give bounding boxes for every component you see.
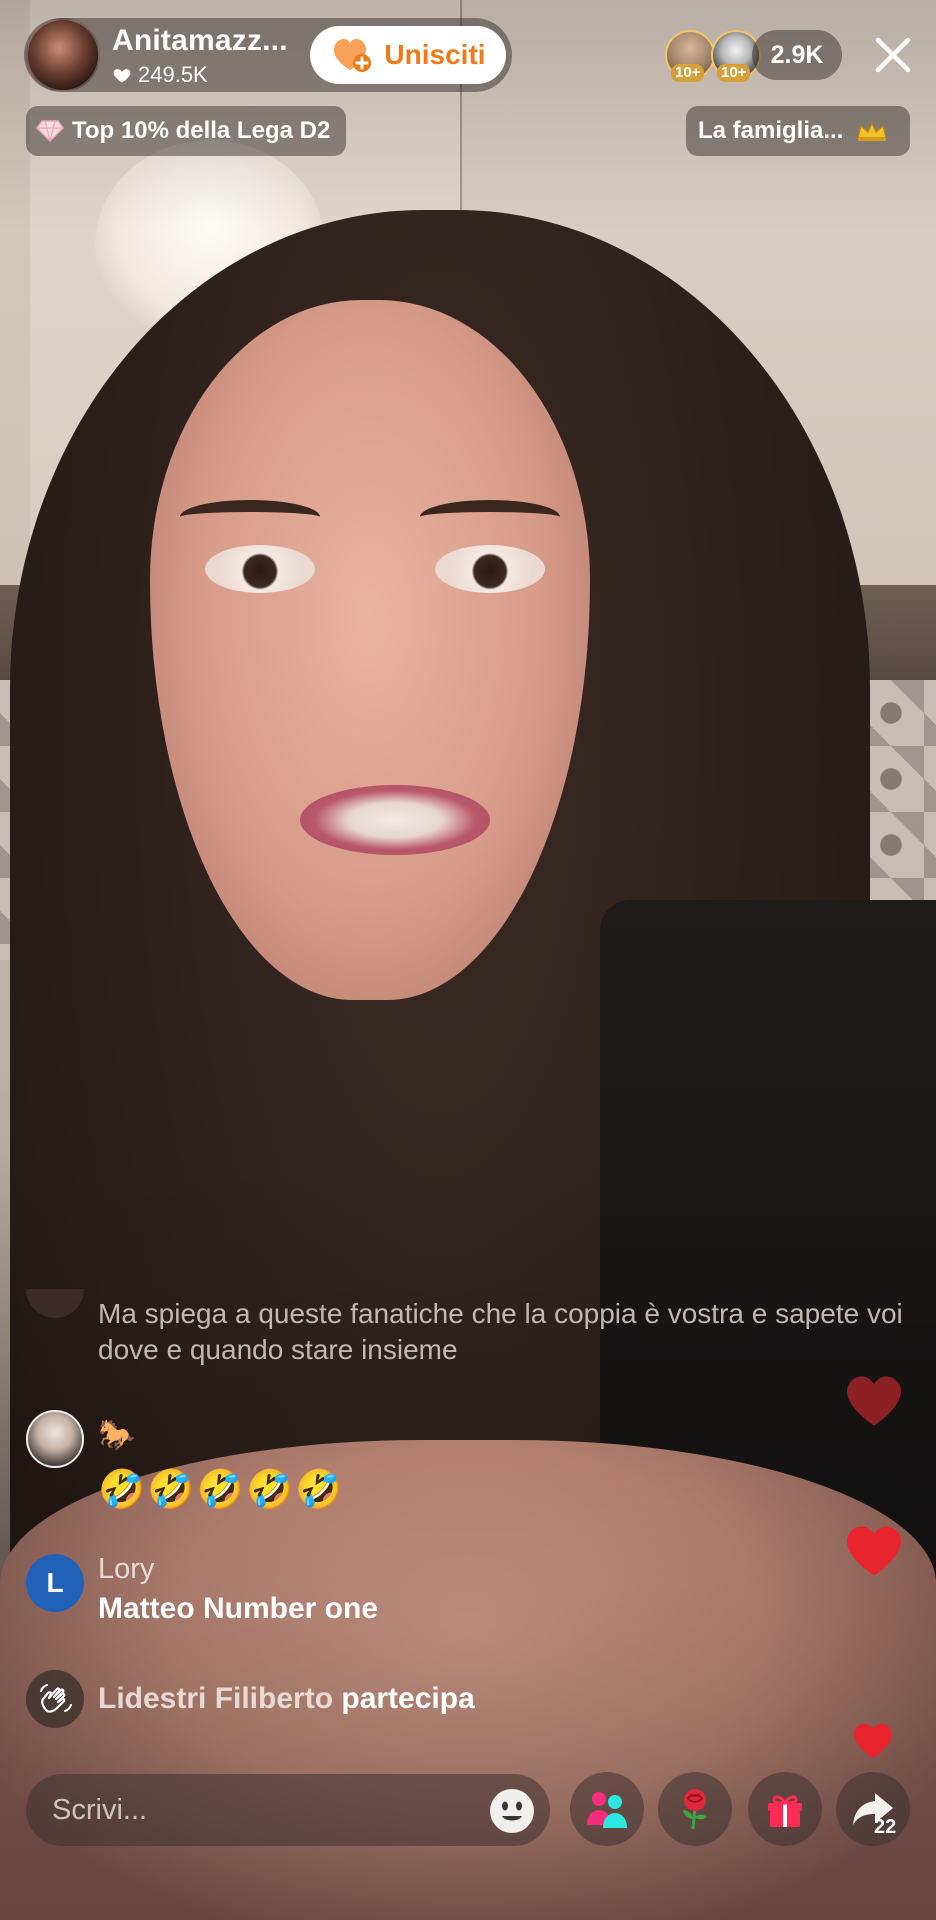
emoji-icon[interactable] [488,1787,536,1835]
overlay-shade [0,0,936,1920]
join-button-label: Unisciti [384,39,486,70]
viewer-count[interactable]: 2.9K [752,30,842,80]
close-icon[interactable] [870,32,916,78]
host-name[interactable]: Anitamazz... [112,24,288,58]
join-event-text: Lidestri Filiberto partecipa [98,1682,475,1716]
join-event-username[interactable]: Lidestri Filiberto [98,1682,333,1715]
comment-text: Matteo Number one [98,1592,379,1625]
family-label: La famiglia... [698,117,844,144]
comment-badge: 🐎 [98,1419,136,1452]
diamond-icon [36,120,64,143]
gift-icon [768,1795,802,1827]
live-video-background [0,0,936,1920]
league-rank-label: Top 10% della Lega D2 [72,117,331,144]
host-avatar[interactable] [26,18,100,92]
comment-username[interactable]: Lory [98,1553,154,1586]
league-rank-pill[interactable]: Top 10% della Lega D2 [26,106,347,156]
gift-button[interactable] [748,1772,822,1846]
floating-heart-icon [847,1376,901,1426]
waving-hand-icon [40,1684,72,1713]
share-button[interactable] [836,1772,910,1846]
host-likes: 249.5K [112,62,208,88]
family-pill[interactable]: La famiglia... [686,106,910,156]
crown-icon [857,121,888,141]
viewer-level-badge-1: 10+ [671,64,705,82]
floating-heart-icon [847,1526,901,1576]
rose-icon [683,1789,707,1830]
multi-guest-icon [587,1792,627,1828]
heart-icon [113,69,131,83]
floating-heart-icon [854,1723,892,1759]
comment-text: Ma spiega a queste fanatiche che la copp… [98,1298,903,1365]
comment-input-placeholder[interactable]: Scrivi... [52,1794,147,1827]
host-likes-count: 249.5K [138,62,208,87]
join-event-avatar [26,1670,84,1728]
join-heart-icon [334,39,372,72]
rose-gift-button[interactable] [658,1772,732,1846]
viewer-level-badge-2: 10+ [717,64,751,82]
multi-guest-button[interactable] [570,1772,644,1846]
share-count: 22 [874,1816,897,1838]
join-button[interactable]: Unisciti [310,26,506,84]
comment-text: 🤣🤣🤣🤣🤣 [98,1469,345,1511]
comment-avatar[interactable]: L [26,1554,84,1612]
comment-avatar[interactable] [26,1410,84,1468]
avatar-letter: L [46,1567,64,1598]
join-event-action: partecipa [341,1682,475,1715]
